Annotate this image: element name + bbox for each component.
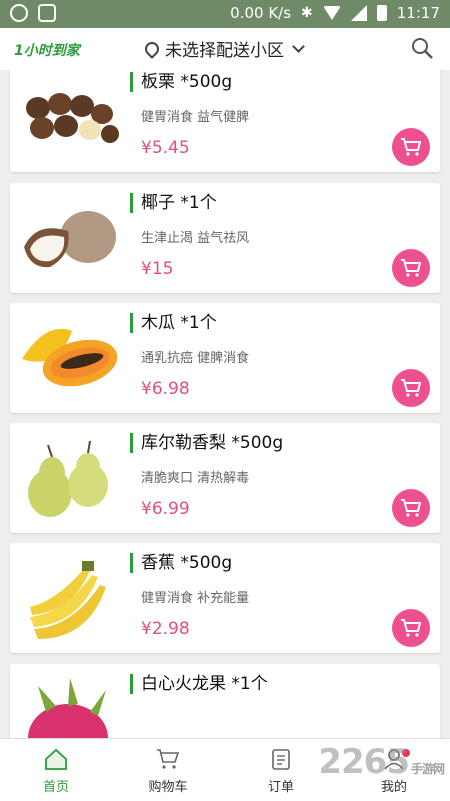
- location-selector[interactable]: 未选择配送小区: [142, 36, 305, 61]
- cart-icon: [401, 138, 422, 156]
- pear-image: [28, 440, 108, 517]
- cart-icon: [157, 749, 180, 769]
- tab-label: 购物车: [148, 780, 188, 795]
- add-to-cart-button[interactable]: [392, 369, 430, 407]
- tab-label: 订单: [267, 780, 294, 795]
- product-price: ¥15: [141, 259, 174, 279]
- product-description: 通乳抗癌 健脾消食: [141, 351, 250, 366]
- watermark-text: 2265: [318, 742, 410, 782]
- papaya-image: [22, 328, 118, 387]
- product-title: 香蕉 *500g: [130, 553, 232, 573]
- product-card[interactable]: 白心火龙果 *1个: [10, 664, 440, 738]
- tab-label: 首页: [42, 780, 69, 795]
- home-icon: [45, 748, 67, 770]
- product-card[interactable]: 板栗 *500g 健胃消食 益气健脾 ¥5.45: [10, 70, 440, 172]
- add-to-cart-button[interactable]: [392, 249, 430, 287]
- add-to-cart-button[interactable]: [392, 128, 430, 166]
- chevron-down-icon: [292, 40, 305, 53]
- network-speed: 0.00 K/s: [230, 4, 292, 22]
- add-to-cart-button[interactable]: [392, 609, 430, 647]
- battery-icon: [376, 5, 387, 21]
- cart-icon: [401, 619, 422, 637]
- product-price: ¥6.98: [141, 379, 190, 399]
- cart-icon: [401, 379, 422, 397]
- product-description: 清脆爽口 清热解毒: [141, 471, 250, 486]
- search-icon[interactable]: [410, 36, 434, 60]
- app-logo: 1小时到家: [14, 43, 80, 59]
- clock: 11:17: [396, 4, 440, 22]
- cart-icon: [401, 499, 422, 517]
- message-icon: [38, 4, 56, 22]
- product-card[interactable]: 香蕉 *500g 健胃消食 补充能量 ¥2.98: [10, 543, 440, 653]
- product-description: 健胃消食 益气健脾: [141, 110, 250, 125]
- banana-image: [30, 561, 106, 639]
- signal-icon: [350, 5, 367, 21]
- app-header: 1小时到家 未选择配送小区: [0, 28, 450, 70]
- product-description: 生津止渴 益气祛风: [141, 231, 250, 246]
- bluetooth-icon: ✱: [301, 5, 313, 21]
- product-title: 木瓜 *1个: [130, 313, 217, 333]
- notification-icon: [10, 4, 28, 22]
- location-label: 未选择配送小区: [165, 41, 284, 61]
- product-title: 椰子 *1个: [130, 193, 217, 213]
- product-card[interactable]: 库尔勒香梨 *500g 清脆爽口 清热解毒 ¥6.99: [10, 423, 440, 533]
- order-icon: [272, 749, 290, 770]
- dragon-fruit-image: [28, 678, 108, 738]
- watermark: 2265 手游网: [318, 742, 445, 782]
- location-pin-icon: [142, 38, 162, 59]
- cart-icon: [401, 259, 422, 277]
- product-card[interactable]: 椰子 *1个 生津止渴 益气祛风 ¥15: [10, 183, 440, 293]
- product-title: 库尔勒香梨 *500g: [130, 433, 283, 453]
- product-price: ¥5.45: [141, 138, 190, 158]
- chestnut-image: [26, 93, 119, 143]
- product-list: 板栗 *500g 健胃消食 益气健脾 ¥5.45 椰子 *1个 生津止渴 益气祛…: [0, 70, 450, 738]
- tab-cart[interactable]: 购物车: [112, 739, 224, 801]
- product-card[interactable]: 木瓜 *1个 通乳抗癌 健脾消食 ¥6.98: [10, 303, 440, 413]
- wifi-icon: [322, 6, 341, 20]
- watermark-sub: 手游网: [410, 762, 445, 776]
- tab-home[interactable]: 首页: [0, 739, 112, 801]
- product-title: 白心火龙果 *1个: [130, 674, 268, 694]
- product-price: ¥2.98: [141, 619, 190, 639]
- product-price: ¥6.99: [141, 499, 190, 519]
- product-description: 健胃消食 补充能量: [141, 591, 250, 606]
- coconut-image: [24, 211, 116, 268]
- add-to-cart-button[interactable]: [392, 489, 430, 527]
- product-title: 板栗 *500g: [130, 72, 232, 92]
- status-bar: 0.00 K/s ✱ 11:17: [0, 0, 450, 28]
